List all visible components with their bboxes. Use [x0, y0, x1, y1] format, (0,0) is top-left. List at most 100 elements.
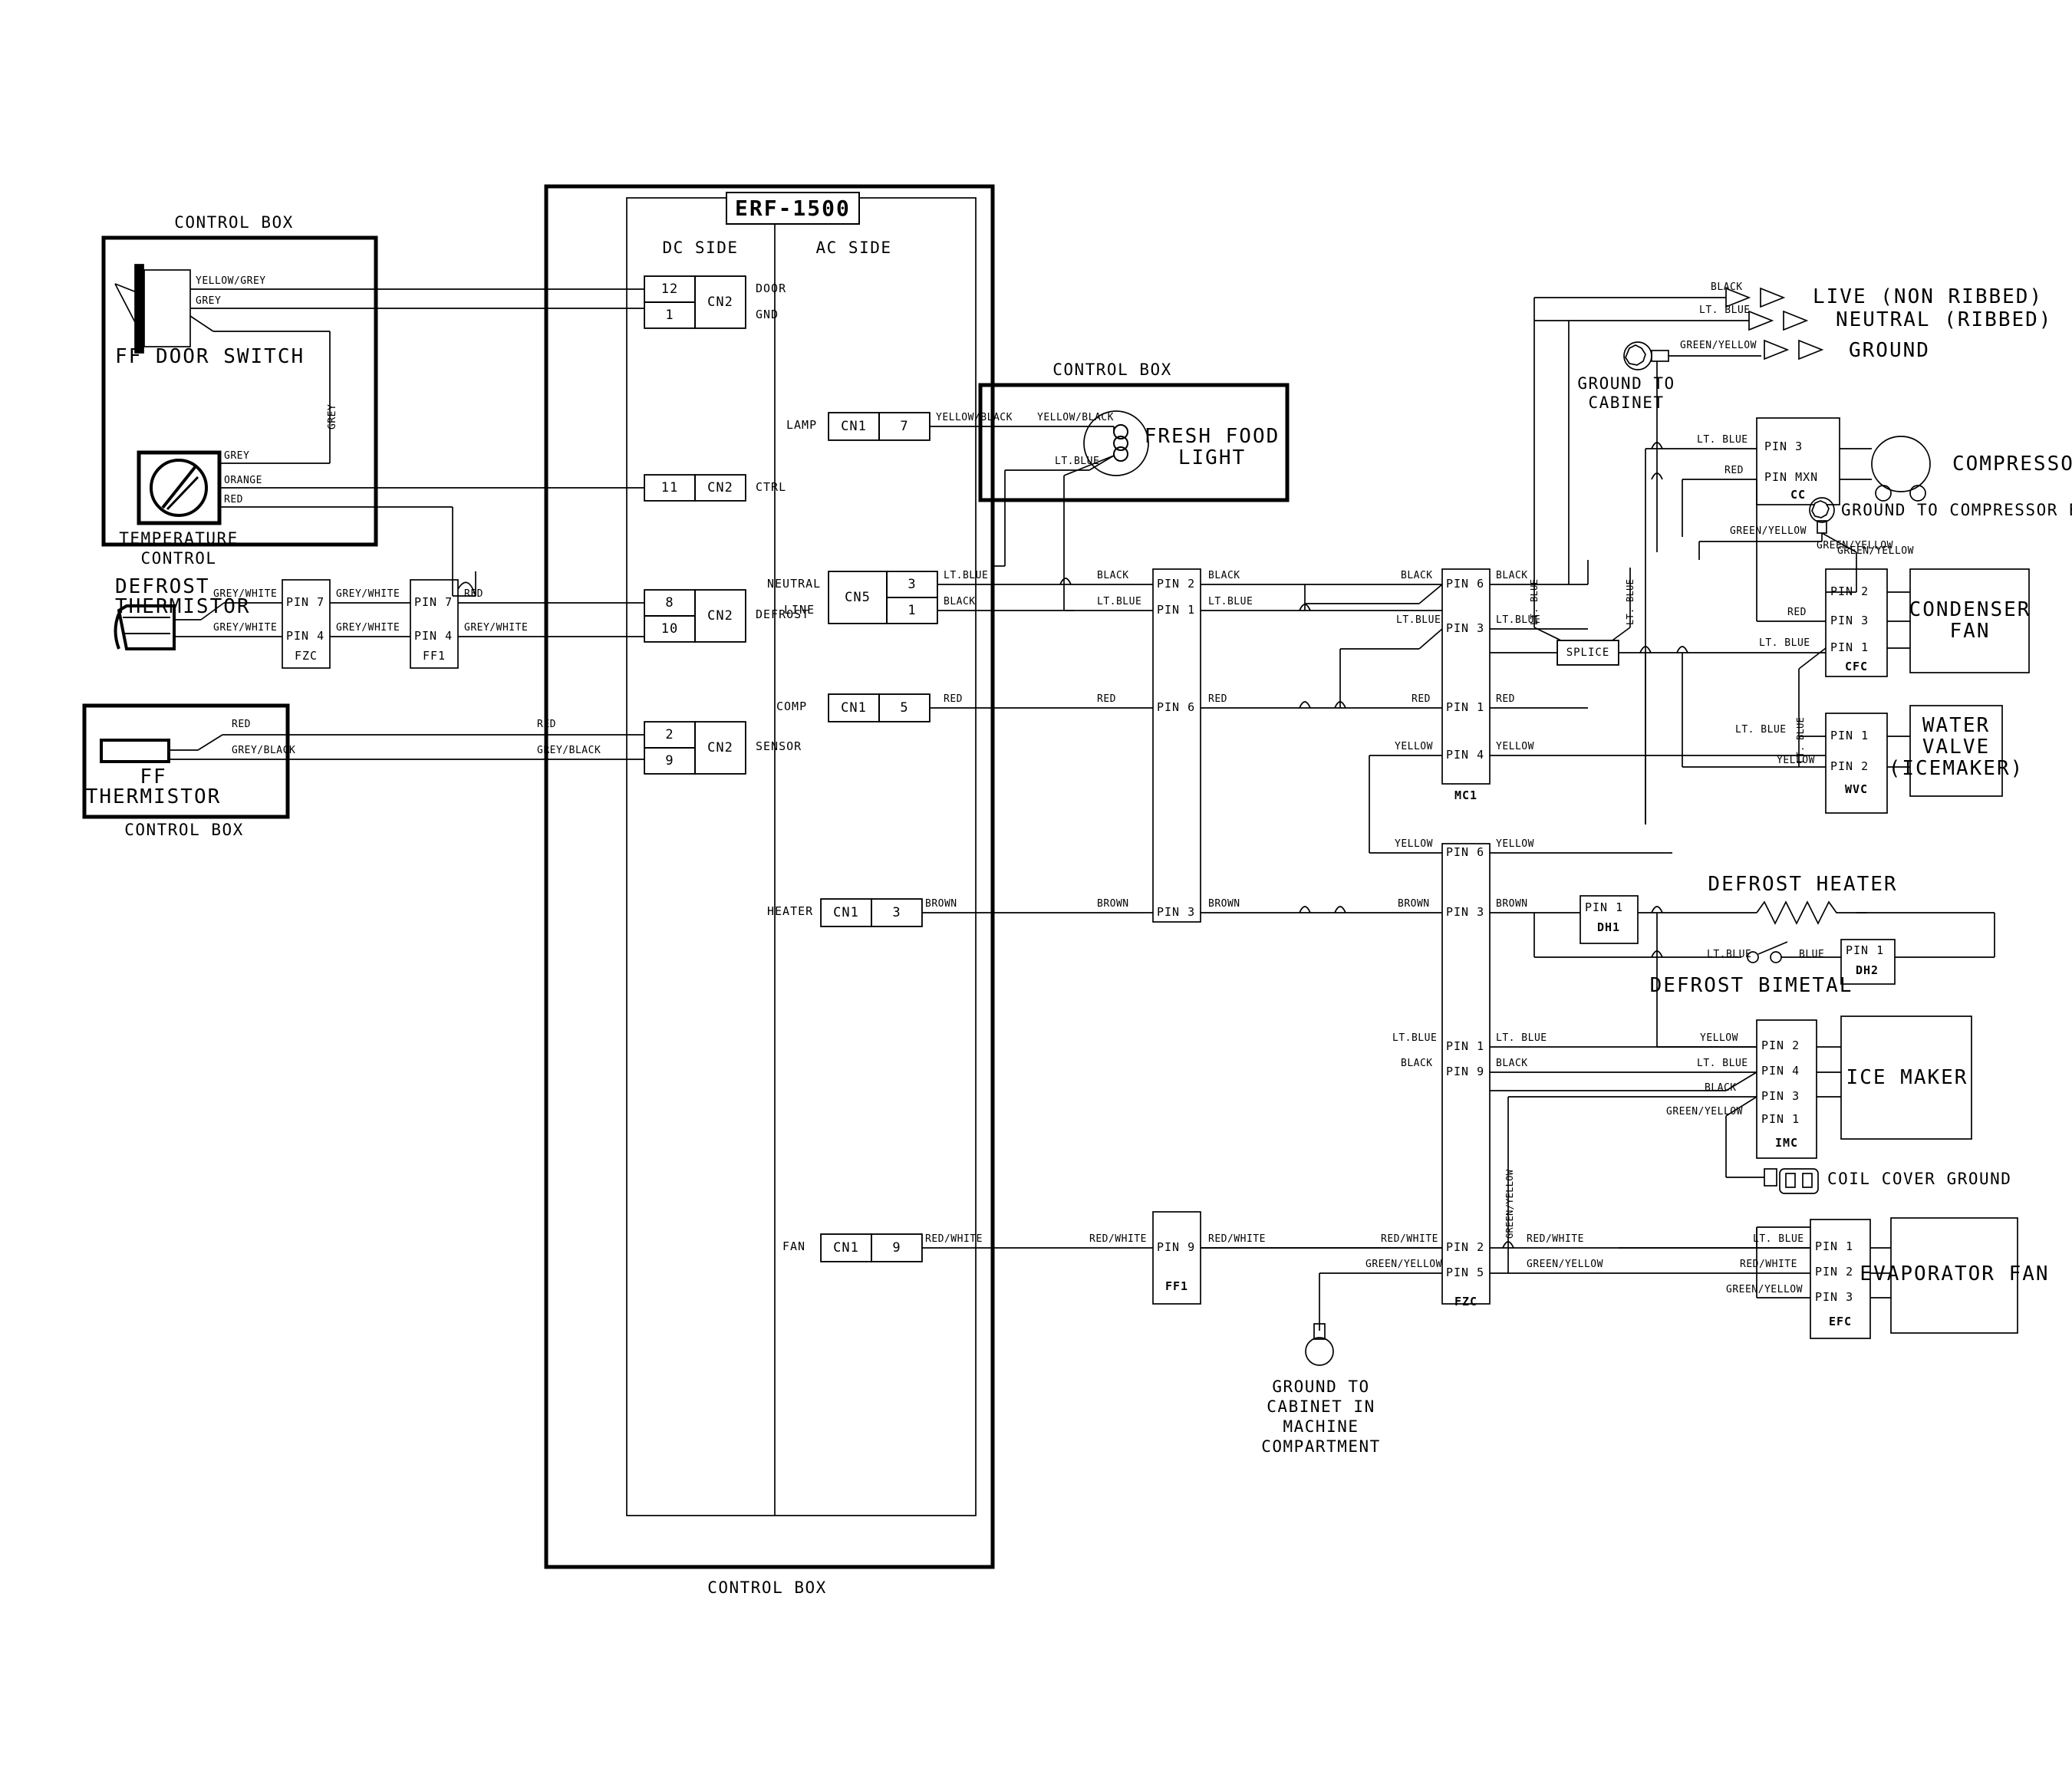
wire-bimetal-ltblue: LT.BLUE: [1707, 949, 1752, 960]
wire-fzc-black-left: BLACK: [1401, 1058, 1433, 1069]
wire-mc1-red-right: RED: [1496, 693, 1515, 705]
wire-ff1-redwhite-right: RED/WHITE: [1208, 1233, 1266, 1245]
wire-grey-vertical: GREY: [327, 403, 338, 430]
wire-mc1-black-right: BLACK: [1496, 570, 1528, 581]
wire-fzc-greenyellow-vertical: GREEN/YELLOW: [1504, 1169, 1515, 1239]
defrost-heater-label: DEFROST HEATER: [1708, 873, 1898, 896]
cc-pin-mxn: PIN MXN: [1764, 470, 1819, 484]
wire-fzc-redwhite-right: RED/WHITE: [1527, 1233, 1584, 1245]
ff1-defrost-name: FF1: [422, 649, 446, 663]
wire-ground-greenyellow: GREEN/YELLOW: [1680, 340, 1757, 351]
water-valve-label-1: WATER: [1922, 714, 1991, 737]
wire-out-grey-white: GREY/WHITE: [464, 622, 529, 634]
neutral-label: NEUTRAL (RIBBED): [1836, 308, 2053, 331]
ff-thermistor-control-box-caption: CONTROL BOX: [124, 821, 244, 839]
fzc-pin-9: PIN 9: [1446, 1065, 1485, 1078]
wire-comp-red: RED: [944, 693, 963, 705]
ff-thermistor-label-2: THERMISTOR: [85, 785, 222, 808]
wire-neutral-ltblue: LT. BLUE: [1699, 304, 1751, 316]
fresh-food-light-label-1: FRESH FOOD: [1144, 425, 1280, 448]
ff1-pin-6: PIN 6: [1157, 700, 1196, 714]
wire-splice-vertical-1: LT. BLUE: [1529, 578, 1540, 625]
wire-fzc-brown-right: BROWN: [1496, 898, 1528, 910]
defrost-bimetal-label: DEFROST BIMETAL: [1649, 974, 1853, 997]
fan-pin: 9: [871, 1234, 922, 1262]
efc-pin-2: PIN 2: [1815, 1265, 1854, 1279]
wire-mid-grey-white-2: GREY/WHITE: [336, 622, 400, 634]
cc-pin-3: PIN 3: [1764, 439, 1804, 453]
wire-light-yellow-black: YELLOW/BLACK: [1037, 412, 1114, 423]
wire-ff-grey-black: GREY/BLACK: [232, 745, 296, 756]
wire-line-black: BLACK: [944, 596, 976, 607]
dh1-name: DH1: [1596, 920, 1621, 934]
wire-ff1-black-left: BLACK: [1097, 570, 1129, 581]
wire-mc1-red-left: RED: [1412, 693, 1431, 705]
wire-ff-red: RED: [232, 719, 251, 730]
cn2-door-gnd-conn: CN2: [695, 276, 746, 328]
wire-bimetal-blue: BLUE: [1799, 949, 1825, 960]
wire-efc-greenyellow: GREEN/YELLOW: [1726, 1284, 1803, 1295]
wire-fzc-ltblue-left: LT.BLUE: [1392, 1032, 1438, 1044]
wire-cc-ltblue: LT. BLUE: [1697, 434, 1748, 446]
wire-ff-grey-black-out: GREY/BLACK: [537, 745, 601, 756]
wire-mc1-yellow-left: YELLOW: [1395, 741, 1433, 752]
wire-fzc-greenyellow-right: GREEN/YELLOW: [1527, 1259, 1603, 1270]
wire-cfc-ltblue: LT. BLUE: [1759, 637, 1810, 649]
wvc-name: WVC: [1844, 782, 1869, 796]
wire-grey-switch: GREY: [196, 295, 222, 307]
cn5-conn: CN5: [828, 571, 887, 624]
cn5-pin-3: 3: [887, 571, 937, 597]
wire-imc-ltblue: LT. BLUE: [1697, 1058, 1748, 1069]
wire-efc-ltblue: LT. BLUE: [1753, 1233, 1804, 1245]
mc1-pin-6: PIN 6: [1446, 577, 1485, 591]
wire-lamp-yellow-black: YELLOW/BLACK: [936, 412, 1013, 423]
fzc-pin-3: PIN 3: [1446, 905, 1485, 919]
ff-door-switch-label: FF DOOR SWITCH: [115, 345, 305, 368]
lamp-prefix: LAMP: [786, 418, 818, 432]
comp-conn: CN1: [828, 694, 879, 722]
wire-fan-red-white: RED/WHITE: [925, 1233, 983, 1245]
ground-label: GROUND: [1849, 339, 1930, 362]
wire-ff-red-out: RED: [537, 719, 556, 730]
heater-prefix: HEATER: [767, 904, 814, 918]
temperature-control-label-2: CONTROL: [140, 549, 217, 568]
imc-name: IMC: [1774, 1136, 1799, 1150]
evaporator-fan-label: EVAPORATOR FAN: [1860, 1262, 2050, 1285]
live-label: LIVE (NON RIBBED): [1813, 285, 2044, 308]
imc-pin-3: PIN 3: [1761, 1089, 1800, 1103]
cn2-pin-12: 12: [644, 276, 695, 302]
compressor-label: COMPRESSOR: [1952, 453, 2072, 476]
wire-out-red-defrost: RED: [464, 588, 483, 600]
fzc-pin-6: PIN 6: [1446, 845, 1485, 859]
wiring-diagram-sheet: ERF-1500 DC SIDE AC SIDE CONTROL BOX CON…: [0, 0, 2072, 1784]
wire-imc-black: BLACK: [1705, 1082, 1737, 1094]
wire-imc-yellow: YELLOW: [1700, 1032, 1738, 1044]
wire-ff1-brown-left: BROWN: [1097, 898, 1129, 910]
cc-name: CC: [1790, 488, 1807, 502]
imc-pin-2: PIN 2: [1761, 1038, 1800, 1052]
ff1-defrost-pin-7: PIN 7: [414, 595, 453, 609]
ground-machine-label-3: MACHINE: [1283, 1417, 1359, 1436]
wire-cfc-greenyellow: GREEN/YELLOW: [1837, 545, 1914, 557]
mc1-pin-3: PIN 3: [1446, 621, 1485, 635]
wire-red-temp: RED: [224, 494, 243, 505]
line-prefix: LINE: [784, 603, 815, 617]
water-valve-label-3: (ICEMAKER): [1888, 757, 2024, 780]
cn2-pin-8: 8: [644, 590, 695, 616]
wire-fzc-greenyellow-left: GREEN/YELLOW: [1365, 1259, 1442, 1270]
fzc-defrost-name: FZC: [294, 649, 318, 663]
cn5-pin-1: 1: [887, 597, 937, 624]
ctrl-label: CTRL: [756, 480, 787, 494]
cn2-ctrl-conn: CN2: [695, 475, 746, 501]
fzc-pin-2: PIN 2: [1446, 1240, 1485, 1254]
dh2-pin: PIN 1: [1846, 943, 1885, 957]
fzc-name: FZC: [1454, 1295, 1478, 1308]
wire-grey-temp: GREY: [224, 450, 250, 462]
wire-mid-grey-white-1: GREY/WHITE: [336, 588, 400, 600]
cn2-pin-10: 10: [644, 616, 695, 642]
gnd-label: GND: [756, 308, 779, 321]
wire-ff1-ltblue-right: LT.BLUE: [1208, 596, 1253, 607]
lamp-pin: 7: [879, 413, 930, 440]
ice-maker-label: ICE MAKER: [1846, 1066, 1968, 1089]
wire-cfc-red: RED: [1787, 607, 1807, 618]
